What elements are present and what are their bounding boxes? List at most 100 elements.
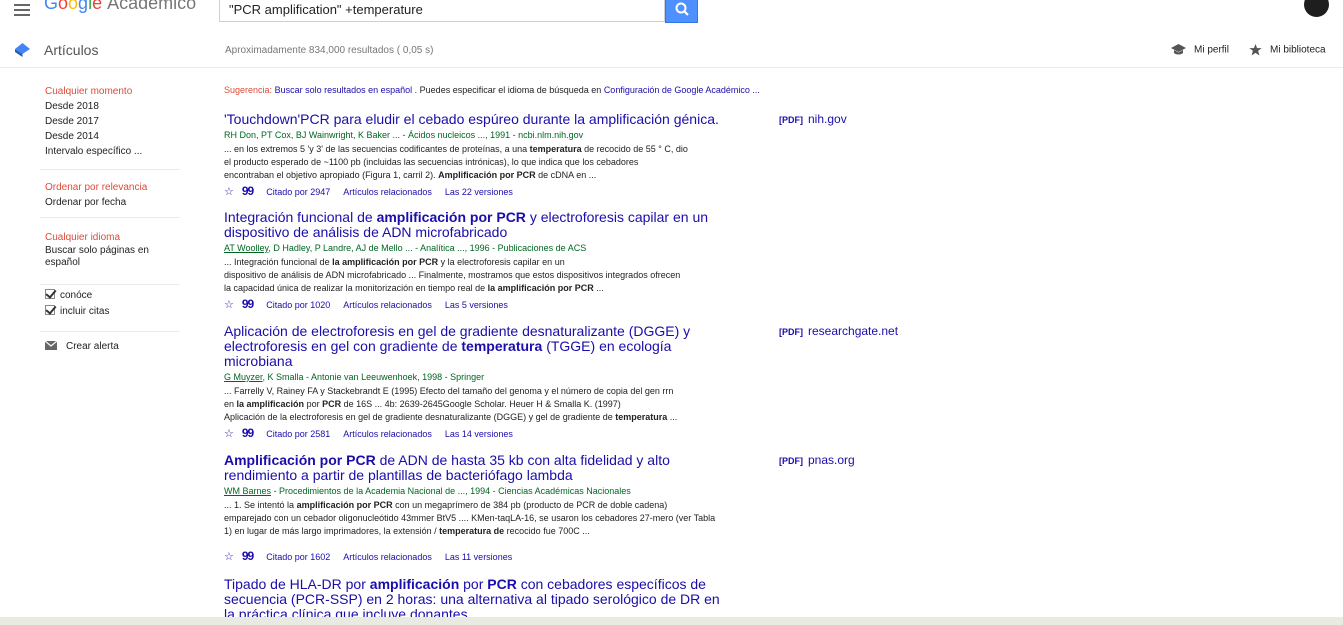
include-citations-checkbox[interactable]: incluir citas [45, 304, 180, 319]
filter-any-time[interactable]: Cualquier momento [45, 84, 180, 99]
result-item: Amplificación por PCR de ADN de hasta 35… [224, 453, 794, 564]
result-actions: ☆ 99 Citado por 2947 Artículos relacionados… [224, 185, 794, 198]
author-link[interactable]: WM Barnes [224, 486, 271, 496]
save-star-icon[interactable]: ☆ [224, 299, 234, 311]
cited-by-link[interactable]: Citado por 1020 [266, 300, 330, 310]
search-input[interactable]: "PCR amplification" +temperature [219, 0, 665, 22]
save-star-icon[interactable]: ☆ [224, 551, 234, 563]
logo-subtitle: Académico [107, 0, 197, 13]
graduation-cap-icon [1171, 44, 1186, 55]
result-actions: ☆ 99 Citado por 1602 Artículos relacionados… [224, 550, 794, 563]
search-button[interactable] [665, 0, 698, 23]
my-profile-link[interactable]: Mi perfil [1171, 44, 1229, 56]
result-title[interactable]: Aplicación de electroforesis en gel de g… [224, 324, 794, 369]
versions-link[interactable]: Las 5 versiones [445, 300, 508, 310]
pdf-tag: [PDF] [779, 327, 803, 337]
result-title[interactable]: 'Touchdown'PCR para eludir el cebado esp… [224, 112, 794, 127]
include-citations-label: incluir citas [60, 306, 110, 317]
pdf-tag: [PDF] [779, 115, 803, 125]
result-title[interactable]: Amplificación por PCR de ADN de hasta 35… [224, 453, 794, 483]
filter-custom-range[interactable]: Intervalo específico ... [45, 144, 180, 159]
my-library-link[interactable]: Mi biblioteca [1249, 44, 1326, 56]
related-articles-link[interactable]: Artículos relacionados [343, 552, 432, 562]
cited-by-link[interactable]: Citado por 1602 [266, 552, 330, 562]
cite-quote-icon[interactable]: 99 [242, 297, 254, 311]
save-star-icon[interactable]: ☆ [224, 186, 234, 198]
save-star-icon[interactable]: ☆ [224, 428, 234, 440]
language-suggestion: Sugerencia: Buscar solo resultados en es… [224, 84, 794, 96]
cite-quote-icon[interactable]: 99 [242, 426, 254, 440]
result-snippet: ... Farrelly V, Rainey FA y Stackebrandt… [224, 386, 678, 422]
include-patents-checkbox[interactable]: conóce [45, 288, 180, 303]
result-title[interactable]: Tipado de HLA-DR por amplificación por P… [224, 577, 794, 622]
articles-section-label[interactable]: Artículos [44, 42, 98, 58]
sidebar-divider [40, 331, 180, 332]
search-query-text: "PCR amplification" +temperature [229, 2, 423, 17]
pdf-source: pnas.org [808, 453, 855, 467]
result-snippet: ... 1. Se intentó la amplificación por P… [224, 500, 716, 536]
result-snippet: ... en los extremos 5 'y 3' de las secue… [224, 144, 688, 180]
search-icon [675, 2, 689, 16]
cite-quote-icon[interactable]: 99 [242, 184, 254, 198]
my-library-label: Mi biblioteca [1270, 44, 1326, 56]
filter-since-2018[interactable]: Desde 2018 [45, 99, 180, 114]
filter-since-2017[interactable]: Desde 2017 [45, 114, 180, 129]
pdf-tag: [PDF] [779, 456, 803, 466]
sidebar-divider [40, 217, 180, 218]
result-item: Integración funcional de amplificación p… [224, 210, 794, 312]
pdf-source: researchgate.net [808, 324, 899, 338]
result-authors: RH Don, PT Cox, BJ Wainwright, K Baker .… [224, 130, 584, 140]
result-item: 'Touchdown'PCR para eludir el cebado esp… [224, 112, 794, 199]
settings-link[interactable]: Configuración de Google Académico ... [604, 85, 760, 95]
header: Google Académico "PCR amplification" +tem… [0, 0, 1343, 28]
sidebar: Cualquier momento Desde 2018 Desde 2017 … [40, 84, 180, 354]
result-authors: G Muyzer, K Smalla - Antonie van Leeuwen… [224, 372, 485, 382]
related-articles-link[interactable]: Artículos relacionados [343, 187, 432, 197]
suggestion-label: Sugerencia: [224, 85, 273, 95]
spanish-only-link[interactable]: Buscar solo resultados en español [275, 85, 413, 95]
results-list: Sugerencia: Buscar solo resultados en es… [224, 84, 794, 622]
sidebar-divider [40, 284, 180, 285]
versions-link[interactable]: Las 22 versiones [445, 187, 513, 197]
menu-icon[interactable] [14, 4, 30, 16]
filter-spanish-only[interactable]: Buscar solo páginas en español [45, 245, 160, 269]
sort-by-date[interactable]: Ordenar por fecha [45, 195, 180, 210]
avatar[interactable] [1304, 0, 1329, 17]
result-actions: ☆ 99 Citado por 2581 Artículos relacionados… [224, 427, 794, 440]
pdf-link[interactable]: [PDF] pnas.org [779, 453, 855, 467]
my-profile-label: Mi perfil [1194, 44, 1230, 56]
filter-spanish-label: Buscar solo páginas en español [45, 245, 149, 268]
author-link[interactable]: G Muyzer [224, 372, 263, 382]
suggestion-text: . Puedes especificar el idioma de búsque… [414, 85, 602, 95]
result-title[interactable]: Integración funcional de amplificación p… [224, 210, 794, 240]
cited-by-link[interactable]: Citado por 2581 [266, 429, 330, 439]
google-scholar-logo[interactable]: Google Académico [44, 0, 196, 14]
sort-by-relevance[interactable]: Ordenar por relevancia [45, 180, 180, 195]
author-link[interactable]: AT Woolley [224, 243, 268, 253]
pdf-source: nih.gov [808, 112, 847, 126]
articles-icon [15, 43, 30, 57]
create-alert-label: Crear alerta [66, 341, 119, 352]
results-count: Aproximadamente 834,000 resultados ( 0,0… [225, 45, 434, 56]
cite-quote-icon[interactable]: 99 [242, 549, 254, 563]
cited-by-link[interactable]: Citado por 2947 [266, 187, 330, 197]
result-item: Tipado de HLA-DR por amplificación por P… [224, 577, 794, 622]
result-actions: ☆ 99 Citado por 1020 Artículos relacionados… [224, 298, 794, 311]
bottom-scrollbar[interactable] [0, 617, 1343, 625]
result-authors: WM Barnes - Procedimientos de la Academi… [224, 486, 631, 496]
checkbox-checked-icon [45, 305, 55, 315]
result-snippet: ... Integración funcional de la amplific… [224, 257, 681, 293]
checkbox-checked-icon [45, 289, 55, 299]
pdf-link[interactable]: [PDF] researchgate.net [779, 324, 898, 338]
pdf-link[interactable]: [PDF] nih.gov [779, 112, 847, 126]
related-articles-link[interactable]: Artículos relacionados [343, 429, 432, 439]
filter-any-language[interactable]: Cualquier idioma [45, 230, 180, 245]
create-alert-link[interactable]: Crear alerta [44, 339, 180, 354]
versions-link[interactable]: Las 14 versiones [445, 429, 513, 439]
related-articles-link[interactable]: Artículos relacionados [343, 300, 432, 310]
result-authors: AT Woolley, D Hadley, P Landre, AJ de Me… [224, 243, 587, 253]
star-icon [1249, 44, 1262, 56]
filter-since-2014[interactable]: Desde 2014 [45, 129, 180, 144]
versions-link[interactable]: Las 11 versiones [445, 552, 512, 562]
sidebar-divider [40, 169, 180, 170]
